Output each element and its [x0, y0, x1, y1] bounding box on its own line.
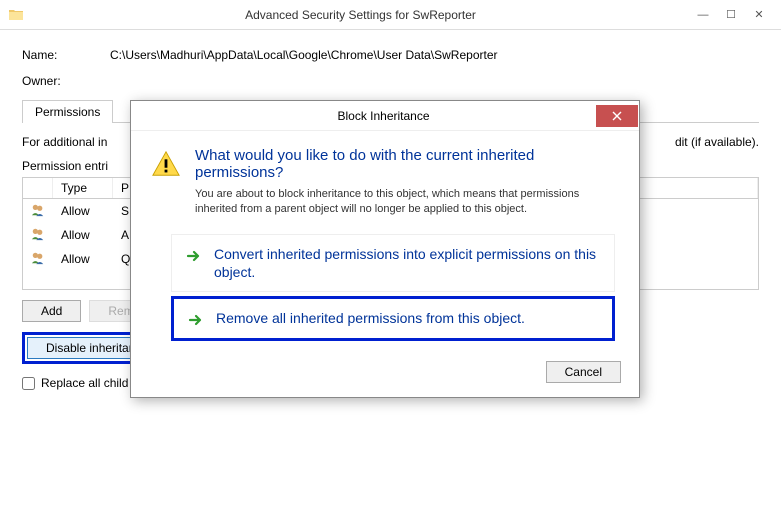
row-type: Allow [53, 249, 113, 269]
modal-question: What would you like to do with the curre… [195, 147, 615, 181]
modal-title: Block Inheritance [131, 109, 596, 123]
info-text-right: dit (if available). [675, 135, 759, 149]
info-text-left: For additional in [22, 135, 107, 149]
warning-icon [151, 149, 181, 179]
option-remove[interactable]: Remove all inherited permissions from th… [171, 296, 615, 341]
modal-close-button[interactable] [596, 105, 638, 127]
col-type[interactable]: Type [53, 178, 113, 198]
modal-body: What would you like to do with the curre… [131, 131, 639, 361]
minimize-button[interactable]: — [689, 5, 717, 25]
folder-icon [8, 7, 24, 23]
block-inheritance-dialog: Block Inheritance What would you like to… [130, 100, 640, 398]
name-value: C:\Users\Madhuri\AppData\Local\Google\Ch… [110, 48, 498, 62]
modal-description: You are about to block inheritance to th… [195, 187, 615, 218]
name-field: Name: C:\Users\Madhuri\AppData\Local\Goo… [22, 48, 759, 62]
cancel-button[interactable]: Cancel [546, 361, 621, 383]
name-label: Name: [22, 48, 110, 62]
user-icon [31, 227, 45, 243]
arrow-right-icon [186, 248, 202, 264]
row-type: Allow [53, 201, 113, 221]
replace-checkbox[interactable] [22, 377, 35, 390]
row-type: Allow [53, 225, 113, 245]
modal-titlebar: Block Inheritance [131, 101, 639, 131]
window-title: Advanced Security Settings for SwReporte… [32, 8, 689, 22]
close-button[interactable]: ✕ [745, 5, 773, 25]
option-remove-text: Remove all inherited permissions from th… [216, 309, 525, 327]
user-icon [31, 251, 45, 267]
add-button[interactable]: Add [22, 300, 81, 322]
tab-permissions[interactable]: Permissions [22, 100, 113, 123]
option-convert-text: Convert inherited permissions into expli… [214, 245, 600, 281]
maximize-button[interactable]: ☐ [717, 5, 745, 25]
arrow-right-icon [188, 312, 204, 328]
titlebar: Advanced Security Settings for SwReporte… [0, 0, 781, 30]
owner-label: Owner: [22, 74, 110, 88]
owner-field: Owner: [22, 74, 759, 88]
user-icon [31, 203, 45, 219]
modal-footer: Cancel [131, 361, 639, 397]
window-controls: — ☐ ✕ [689, 5, 773, 25]
option-convert[interactable]: Convert inherited permissions into expli… [171, 234, 615, 292]
